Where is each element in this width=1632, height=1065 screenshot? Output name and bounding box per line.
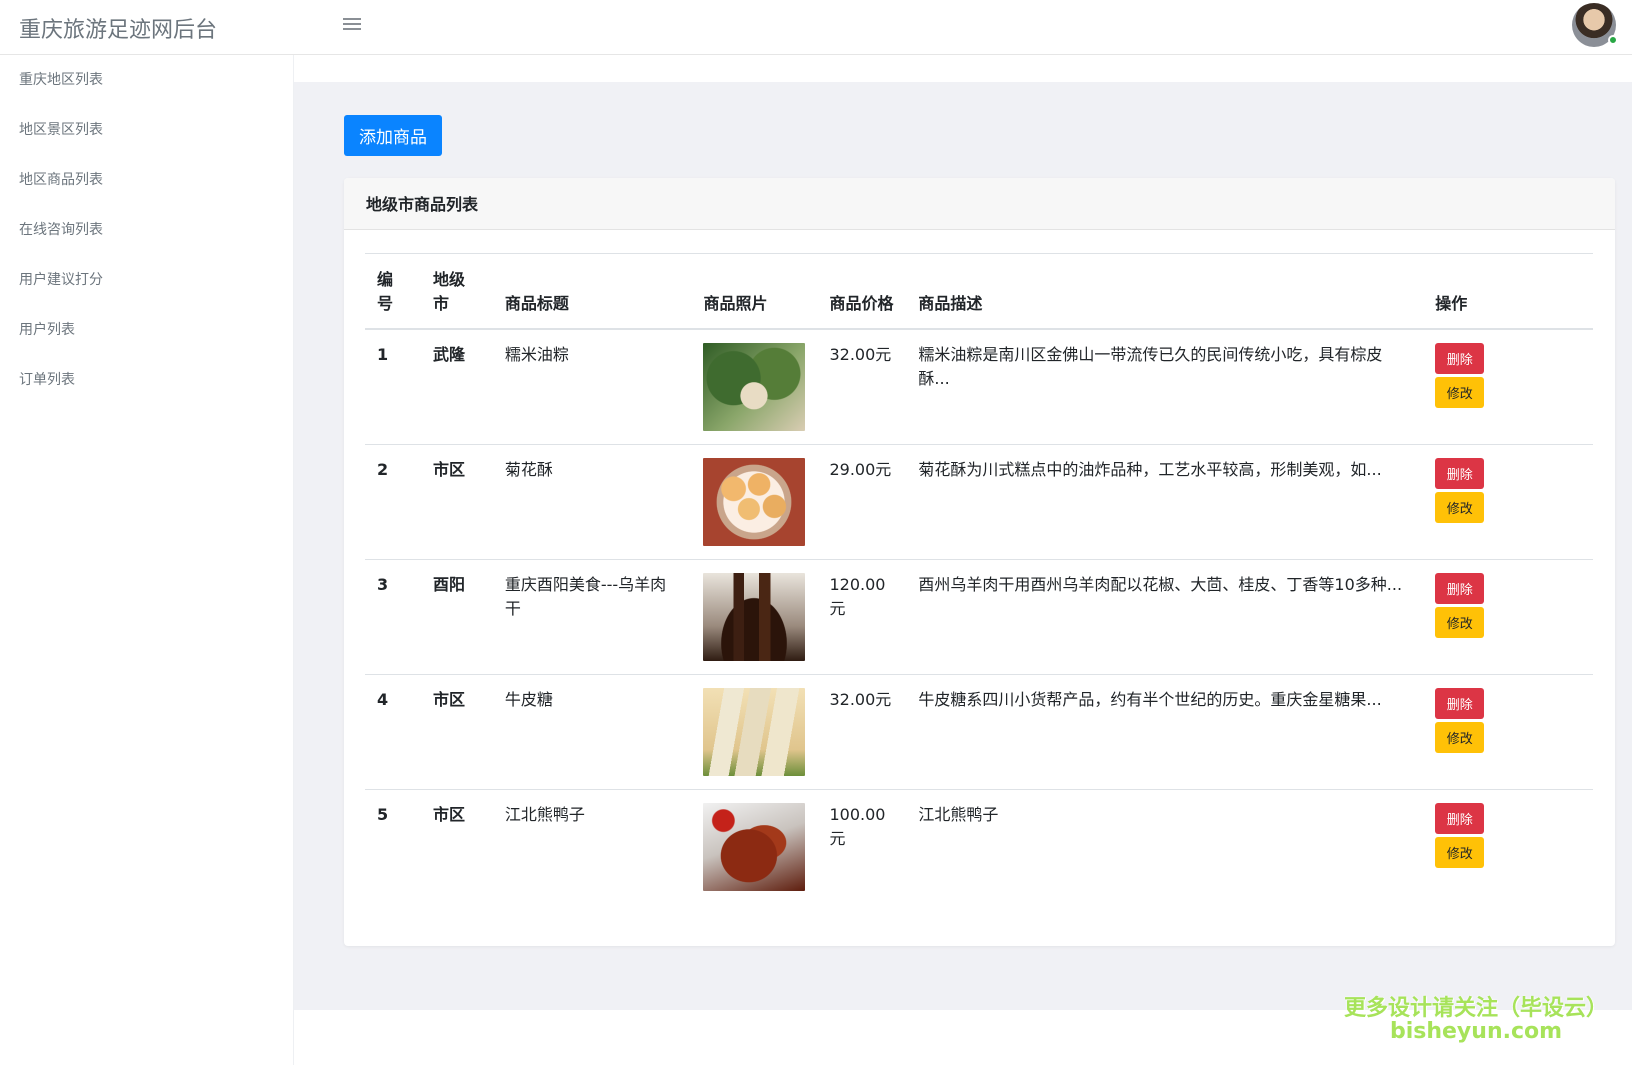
edit-button[interactable]: 修改 [1435,606,1485,638]
top-bar: 重庆旅游足迹网后台 [0,0,1632,55]
table-row: 2 市区 菊花酥 29.00元 菊花酥为川式糕点中的油炸品种，工艺水平较高，形制… [365,443,1593,559]
header-title: 商品标题 [492,253,692,330]
header-region: 地级市 [420,253,493,330]
edit-button[interactable]: 修改 [1435,491,1485,523]
user-avatar[interactable] [1572,3,1618,47]
cell-id: 2 [365,443,421,559]
cell-region: 武隆 [420,328,493,444]
delete-button[interactable]: 删除 [1435,802,1485,834]
header-photo: 商品照片 [691,253,818,330]
sidebar-item-consultations[interactable]: 在线咨询列表 [0,205,293,255]
edit-button[interactable]: 修改 [1435,377,1485,408]
app-title: 重庆旅游足迹网后台 [19,18,218,43]
cell-price: 100.00元 [817,788,907,904]
cell-region: 市区 [420,673,493,789]
cell-photo [691,788,818,904]
cell-title: 江北熊鸭子 [492,788,692,904]
add-product-button[interactable]: 添加商品 [344,115,442,156]
cell-actions: 删除 修改 [1423,788,1593,904]
delete-button[interactable]: 删除 [1435,343,1485,374]
cell-description: 糯米油粽是南川区金佛山一带流传已久的民间传统小吃，具有棕皮酥... [906,328,1424,444]
watermark-line2: bisheyun.com [1389,1019,1563,1044]
cell-region: 市区 [420,443,493,559]
table-row: 4 市区 牛皮糖 32.00元 牛皮糖系四川小货帮产品，约有半个世纪的历史。重庆… [365,673,1593,789]
main-content: 添加商品 地级市商品列表 编号 地级市 商品标题 商品照片 商品价格 商品描述 … [294,82,1632,1010]
watermark-line1: 更多设计请关注（毕设云） [1344,996,1609,1021]
header-actions: 操作 [1423,253,1593,330]
product-table: 编号 地级市 商品标题 商品照片 商品价格 商品描述 操作 1 武隆 糯米油粽 … [365,253,1593,904]
delete-button[interactable]: 删除 [1435,687,1485,719]
sidebar-item-scenic-spots[interactable]: 地区景区列表 [0,105,293,155]
cell-title: 牛皮糖 [492,673,692,789]
edit-button[interactable]: 修改 [1435,721,1485,753]
table-row: 5 市区 江北熊鸭子 100.00元 江北熊鸭子 删除 修改 [365,788,1593,904]
cell-price: 29.00元 [817,443,907,559]
cell-photo [691,443,818,559]
menu-toggle-icon[interactable] [343,18,361,34]
sidebar-item-users[interactable]: 用户列表 [0,305,293,355]
header-id: 编号 [365,253,421,330]
cell-title: 菊花酥 [492,443,692,559]
delete-button[interactable]: 删除 [1435,457,1485,489]
table-header-row: 编号 地级市 商品标题 商品照片 商品价格 商品描述 操作 [365,253,1593,330]
sidebar-item-regions[interactable]: 重庆地区列表 [0,55,293,105]
card-title: 地级市商品列表 [344,178,1615,230]
cell-region: 市区 [420,788,493,904]
sidebar: 重庆地区列表 地区景区列表 地区商品列表 在线咨询列表 用户建议打分 用户列表 … [0,55,294,1065]
duck-photo [703,802,806,891]
sidebar-item-orders[interactable]: 订单列表 [0,355,293,405]
zongzi-photo [703,343,806,431]
cell-photo [691,558,818,674]
cell-photo [691,328,818,444]
niupi-photo [703,687,806,776]
cell-description: 酉州乌羊肉干用酉州乌羊肉配以花椒、大茴、桂皮、丁香等10多种... [906,558,1424,674]
cell-description: 江北熊鸭子 [906,788,1424,904]
cell-description: 牛皮糖系四川小货帮产品，约有半个世纪的历史。重庆金星糖果... [906,673,1424,789]
cell-region: 酉阳 [420,558,493,674]
product-list-card: 地级市商品列表 编号 地级市 商品标题 商品照片 商品价格 商品描述 操作 1 … [344,178,1615,946]
table-row: 1 武隆 糯米油粽 32.00元 糯米油粽是南川区金佛山一带流传已久的民间传统小… [365,328,1593,444]
cell-id: 3 [365,558,421,674]
cell-id: 1 [365,328,421,444]
cell-description: 菊花酥为川式糕点中的油炸品种，工艺水平较高，形制美观，如... [906,443,1424,559]
cell-price: 32.00元 [817,328,907,444]
header-description: 商品描述 [906,253,1424,330]
sidebar-item-suggestions[interactable]: 用户建议打分 [0,255,293,305]
delete-button[interactable]: 删除 [1435,572,1485,604]
juhua-photo [703,457,806,546]
cell-actions: 删除 修改 [1423,443,1593,559]
table-row: 3 酉阳 重庆酉阳美食---乌羊肉干 120.00元 酉州乌羊肉干用酉州乌羊肉配… [365,558,1593,674]
cell-price: 120.00元 [817,558,907,674]
watermark: 更多设计请关注（毕设云） bisheyun.com [1344,990,1608,1044]
cell-title: 糯米油粽 [492,328,692,444]
cell-id: 5 [365,788,421,904]
header-price: 商品价格 [817,253,907,330]
edit-button[interactable]: 修改 [1435,836,1485,868]
cell-actions: 删除 修改 [1423,673,1593,789]
cell-price: 32.00元 [817,673,907,789]
cell-actions: 删除 修改 [1423,328,1593,444]
cell-id: 4 [365,673,421,789]
cell-actions: 删除 修改 [1423,558,1593,674]
cell-title: 重庆酉阳美食---乌羊肉干 [492,558,692,674]
sidebar-item-products[interactable]: 地区商品列表 [0,155,293,205]
yangrou-photo [703,572,806,661]
online-status-icon [1608,35,1618,45]
cell-photo [691,673,818,789]
